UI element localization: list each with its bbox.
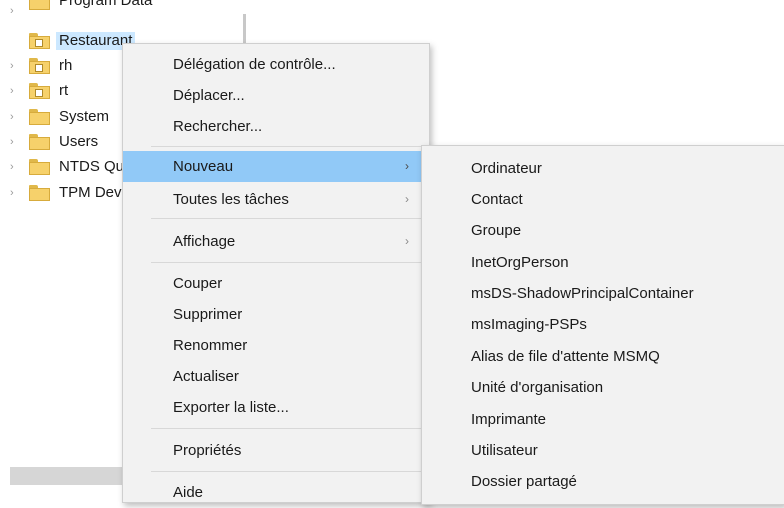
folder-icon [29, 134, 50, 150]
folder-icon [29, 0, 50, 10]
submenu-item-inetorgperson[interactable]: InetOrgPerson [422, 247, 784, 278]
submenu-item-contact[interactable]: Contact [422, 184, 784, 215]
menu-item-label: Délégation de contrôle... [173, 56, 336, 73]
expand-chevron-icon[interactable]: › [10, 58, 14, 74]
submenu-item-unite-organisation[interactable]: Unité d'organisation [422, 372, 784, 403]
tree-item-label: System [59, 108, 110, 125]
submenu-item-label: Contact [471, 191, 523, 208]
submenu-item-ordinateur[interactable]: Ordinateur [422, 153, 784, 184]
tree-item-label: Program Data [59, 0, 153, 9]
tree-item-program-data[interactable]: › Program Data [0, 0, 248, 22]
menu-item-label: Couper [173, 275, 223, 292]
expand-chevron-icon[interactable]: › [10, 159, 14, 175]
submenu-item-label: Ordinateur [471, 160, 542, 177]
expand-chevron-icon[interactable]: › [10, 185, 14, 201]
submenu-item-label: Utilisateur [471, 442, 538, 459]
menu-item-label: Supprimer [173, 306, 243, 323]
expand-chevron-icon[interactable]: › [10, 109, 14, 125]
menu-item-label: Déplacer... [173, 87, 245, 104]
menu-item-delegation[interactable]: Délégation de contrôle... [123, 49, 429, 80]
menu-separator [151, 428, 427, 429]
menu-item-supprimer[interactable]: Supprimer [123, 299, 429, 330]
folder-icon [29, 159, 50, 175]
menu-separator [151, 262, 427, 263]
submenu-item-label: Imprimante [471, 411, 547, 428]
submenu-item-alias-msmq[interactable]: Alias de file d'attente MSMQ [422, 341, 784, 372]
tree-item-label: rh [59, 57, 73, 74]
ou-folder-icon [29, 58, 50, 74]
menu-item-label: Renommer [173, 337, 248, 354]
expand-chevron-icon[interactable]: › [10, 3, 14, 19]
menu-separator [151, 218, 427, 219]
menu-item-deplacer[interactable]: Déplacer... [123, 80, 429, 111]
submenu-arrow-icon: › [405, 192, 409, 206]
folder-icon [29, 185, 50, 201]
submenu-item-dossier-partage[interactable]: Dossier partagé [422, 466, 784, 497]
menu-separator [151, 146, 427, 147]
submenu-arrow-icon: › [405, 234, 409, 248]
submenu-arrow-icon: › [405, 159, 409, 173]
ou-folder-icon [29, 83, 50, 99]
folder-icon [29, 109, 50, 125]
submenu-item-imprimante[interactable]: Imprimante [422, 404, 784, 435]
ou-folder-icon [29, 33, 50, 49]
nouveau-submenu: Ordinateur Contact Groupe InetOrgPerson … [421, 145, 784, 505]
tree-item-label: Users [59, 133, 99, 150]
menu-separator [151, 471, 427, 472]
menu-item-nouveau[interactable]: Nouveau › [123, 151, 429, 182]
submenu-item-groupe[interactable]: Groupe [422, 215, 784, 246]
menu-item-actualiser[interactable]: Actualiser [123, 361, 429, 392]
submenu-item-label: Groupe [471, 222, 522, 239]
menu-item-label: Toutes les tâches [173, 191, 289, 208]
menu-item-label: Exporter la liste... [173, 399, 289, 416]
submenu-item-label: msDS-ShadowPrincipalContainer [471, 285, 694, 302]
menu-item-rechercher[interactable]: Rechercher... [123, 111, 429, 142]
submenu-item-utilisateur[interactable]: Utilisateur [422, 435, 784, 466]
menu-item-exporter-la-liste[interactable]: Exporter la liste... [123, 392, 429, 423]
submenu-item-label: Unité d'organisation [471, 379, 604, 396]
tree-item-label: rt [59, 82, 69, 99]
menu-item-label: Rechercher... [173, 118, 263, 135]
menu-item-label: Affichage [173, 233, 236, 250]
menu-item-renommer[interactable]: Renommer [123, 330, 429, 361]
expand-chevron-icon[interactable]: › [10, 134, 14, 150]
submenu-item-label: msImaging-PSPs [471, 316, 587, 333]
context-menu: Délégation de contrôle... Déplacer... Re… [122, 43, 430, 503]
submenu-item-label: InetOrgPerson [471, 254, 569, 271]
menu-item-couper[interactable]: Couper [123, 268, 429, 299]
menu-item-toutes-les-taches[interactable]: Toutes les tâches › [123, 184, 429, 215]
menu-item-affichage[interactable]: Affichage › [123, 226, 429, 257]
submenu-item-label: Dossier partagé [471, 473, 577, 490]
submenu-item-msimaging-psps[interactable]: msImaging-PSPs [422, 309, 784, 340]
menu-item-proprietes[interactable]: Propriétés [123, 435, 429, 466]
menu-item-label: Nouveau [173, 158, 234, 175]
expand-chevron-icon[interactable]: › [10, 83, 14, 99]
menu-item-label: Aide [173, 484, 204, 501]
submenu-item-label: Alias de file d'attente MSMQ [471, 348, 660, 365]
menu-item-label: Propriétés [173, 442, 242, 459]
submenu-item-msds-shadowprincipalcontainer[interactable]: msDS-ShadowPrincipalContainer [422, 278, 784, 309]
menu-item-label: Actualiser [173, 368, 239, 385]
menu-item-aide[interactable]: Aide [123, 477, 429, 508]
